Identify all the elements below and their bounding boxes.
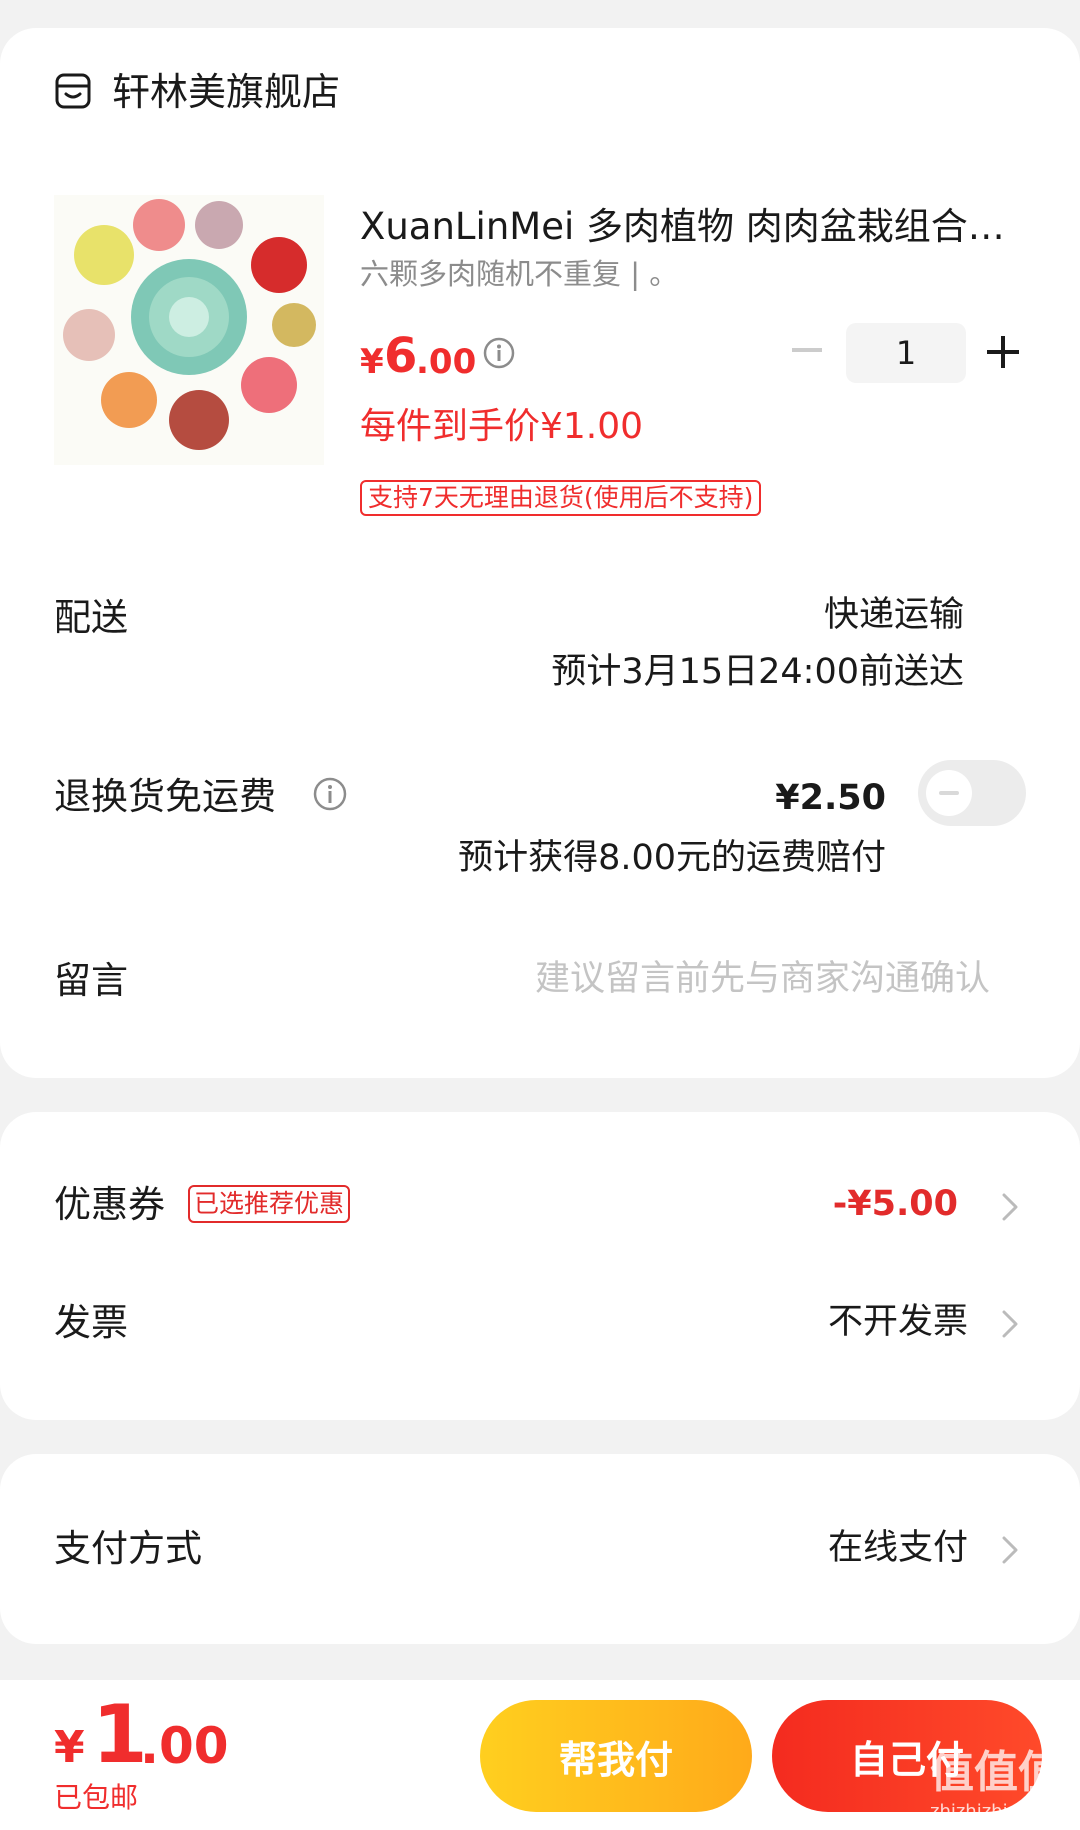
price-decimal: .00 — [416, 342, 477, 382]
info-icon[interactable] — [312, 776, 348, 812]
refund-shipping-label: 退换货免运费 — [54, 775, 276, 818]
refund-shipping-price: ¥2.50 — [775, 778, 886, 818]
product-image[interactable] — [54, 195, 324, 465]
decrease-quantity-button[interactable] — [788, 330, 826, 370]
store-icon — [55, 73, 91, 109]
refund-compensation-note: 预计获得8.00元的运费赔付 — [458, 838, 886, 878]
help-pay-button[interactable]: 帮我付 — [480, 1700, 752, 1812]
discount-card — [0, 1112, 1080, 1420]
coupon-badge: 已选推荐优惠 — [188, 1185, 351, 1223]
invoice-value[interactable]: 不开发票 — [828, 1298, 968, 1346]
store-name[interactable]: 轩林美旗舰店 — [112, 68, 340, 116]
free-shipping-note: 已包邮 — [54, 1781, 139, 1814]
product-title[interactable]: XuanLinMei 多肉植物 肉肉盆栽组合… — [360, 202, 1020, 252]
toggle-knob — [926, 770, 972, 816]
watermark-url: zhizhizhi.com — [930, 1801, 1052, 1822]
coupon-label: 优惠券 — [54, 1183, 165, 1226]
payment-method-label: 支付方式 — [54, 1527, 202, 1570]
watermark-logo: 值值值 — [930, 1747, 1062, 1798]
chevron-right-icon[interactable] — [996, 1187, 1026, 1227]
payment-method-value[interactable]: 在线支付 — [828, 1524, 968, 1572]
price-integer: 6 — [384, 328, 418, 384]
order-card — [0, 28, 1080, 1078]
quantity-input[interactable]: 1 — [846, 323, 966, 383]
info-icon[interactable] — [482, 336, 516, 370]
price-currency: ¥ — [360, 342, 384, 382]
total-currency: ¥ — [54, 1722, 85, 1773]
delivery-eta: 预计3月15日24:00前送达 — [551, 652, 964, 692]
invoice-label: 发票 — [54, 1301, 128, 1344]
return-policy-badge: 支持7天无理由退货(使用后不支持) — [360, 480, 762, 516]
delivery-method: 快递运输 — [823, 595, 964, 635]
chevron-right-icon[interactable] — [996, 1530, 1026, 1570]
message-label: 留言 — [54, 959, 128, 1002]
message-input[interactable] — [470, 954, 990, 1004]
unit-price-note: 每件到手价¥1.00 — [360, 406, 644, 447]
total-decimal: .00 — [140, 1717, 229, 1775]
delivery-label: 配送 — [54, 596, 128, 639]
coupon-value[interactable]: -¥5.00 — [833, 1180, 958, 1228]
refund-shipping-toggle[interactable] — [918, 760, 1026, 826]
chevron-right-icon[interactable] — [996, 1304, 1026, 1344]
product-spec[interactable]: 六颗多肉随机不重复 | 。 — [360, 254, 678, 294]
increase-quantity-button[interactable] — [985, 334, 1021, 370]
